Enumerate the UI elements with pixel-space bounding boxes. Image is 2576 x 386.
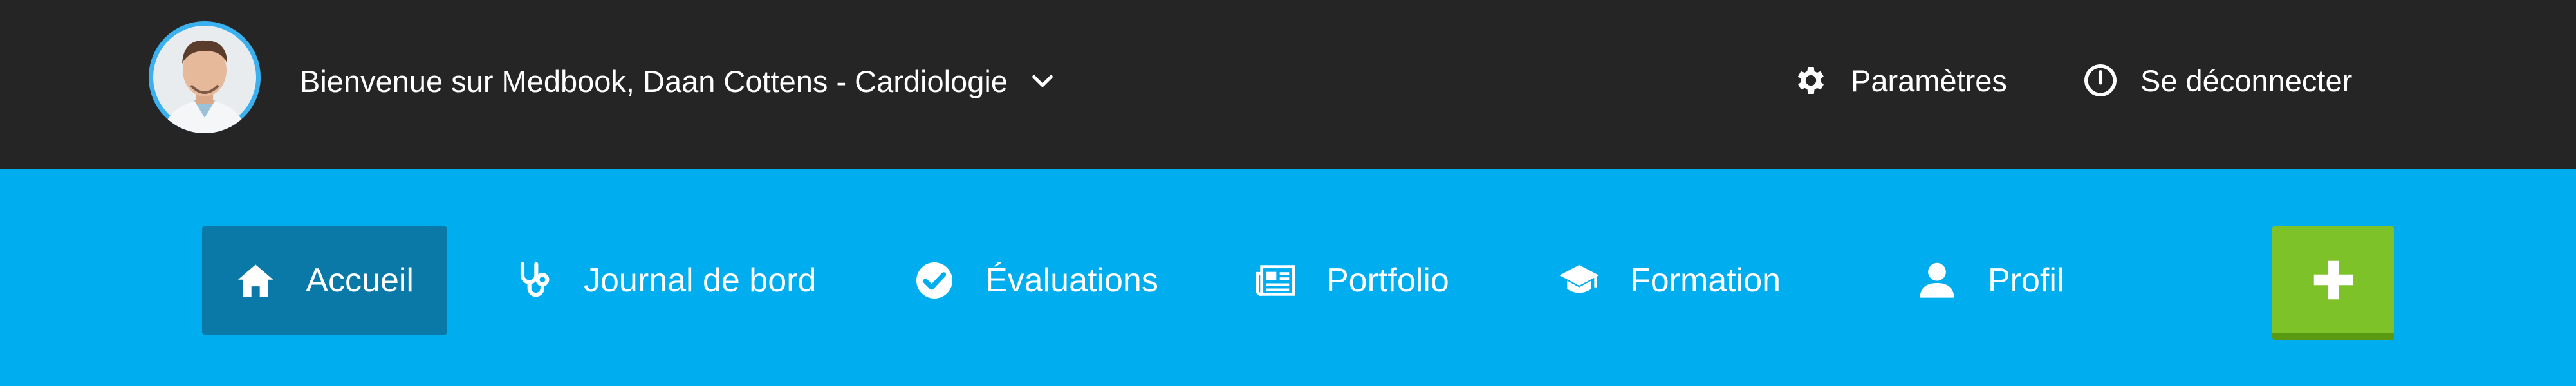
logout-link[interactable]: Se déconnecter <box>2082 58 2352 103</box>
plus-icon <box>2313 260 2353 300</box>
check-circle-icon <box>916 262 952 299</box>
tab-portfolio-label: Portfolio <box>1326 262 1449 299</box>
tab-profil-label: Profil <box>1988 262 2064 299</box>
settings-label: Paramètres <box>1851 63 2007 98</box>
stethoscope-icon <box>520 262 550 297</box>
tab-formation-label: Formation <box>1630 262 1781 299</box>
tab-journal-label: Journal de bord <box>584 262 817 299</box>
graduation-cap-icon <box>1559 265 1599 293</box>
tab-accueil[interactable]: Accueil <box>202 226 447 335</box>
tab-journal-de-bord[interactable]: Journal de bord <box>479 226 849 335</box>
welcome-text: Bienvenue sur Medbook, Daan Cottens - Ca… <box>300 64 1008 98</box>
home-icon <box>237 264 273 297</box>
tab-evaluations[interactable]: Évaluations <box>880 226 1192 335</box>
top-header: Bienvenue sur Medbook, Daan Cottens - Ca… <box>0 0 2576 169</box>
logout-label: Se déconnecter <box>2140 63 2353 98</box>
user-icon <box>1920 262 1954 298</box>
gear-icon <box>1797 67 1824 94</box>
settings-link[interactable]: Paramètres <box>1793 58 2007 103</box>
tab-accueil-label: Accueil <box>306 262 414 299</box>
newspaper-icon <box>1256 265 1295 296</box>
tab-evaluations-label: Évaluations <box>985 262 1158 299</box>
add-button[interactable] <box>2272 226 2394 340</box>
chevron-down-icon <box>1032 75 1053 87</box>
user-avatar[interactable] <box>149 21 261 133</box>
tab-profil[interactable]: Profil <box>1883 226 2097 335</box>
welcome-dropdown[interactable]: Bienvenue sur Medbook, Daan Cottens - Ca… <box>300 62 1055 100</box>
power-icon <box>2084 64 2117 96</box>
tab-formation[interactable]: Formation <box>1525 226 1814 335</box>
tab-portfolio[interactable]: Portfolio <box>1221 226 1483 335</box>
